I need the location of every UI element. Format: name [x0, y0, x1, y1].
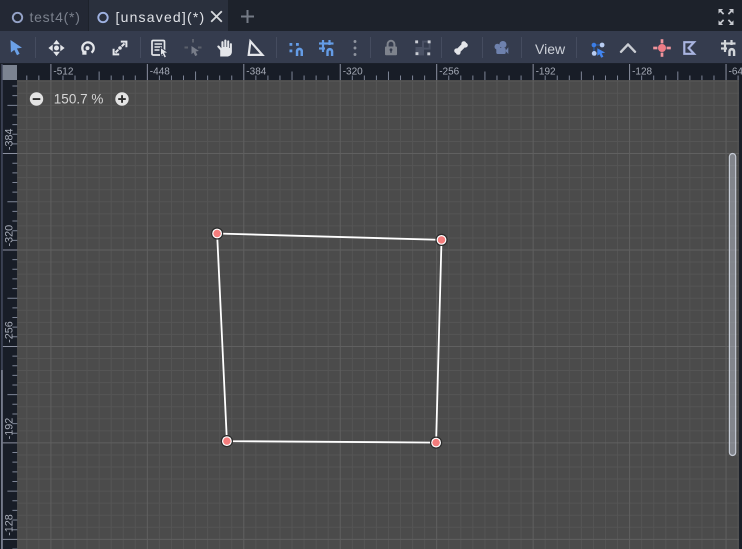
- svg-text:-128: -128: [3, 514, 15, 536]
- svg-text:-320: -320: [343, 67, 363, 78]
- svg-text:-64: -64: [729, 67, 742, 78]
- svg-text:-192: -192: [3, 418, 15, 440]
- svg-text:-512: -512: [53, 67, 73, 78]
- svg-text:test4(*): test4(*): [30, 9, 81, 25]
- svg-text:-128: -128: [632, 67, 652, 78]
- svg-text:-320: -320: [3, 225, 15, 247]
- svg-text:[unsaved](*): [unsaved](*): [116, 9, 206, 25]
- svg-text:-192: -192: [536, 67, 556, 78]
- svg-text:-256: -256: [439, 67, 459, 78]
- svg-text:-448: -448: [150, 67, 170, 78]
- svg-text:-384: -384: [3, 128, 15, 150]
- svg-text:-256: -256: [3, 321, 15, 343]
- svg-text:-384: -384: [246, 67, 266, 78]
